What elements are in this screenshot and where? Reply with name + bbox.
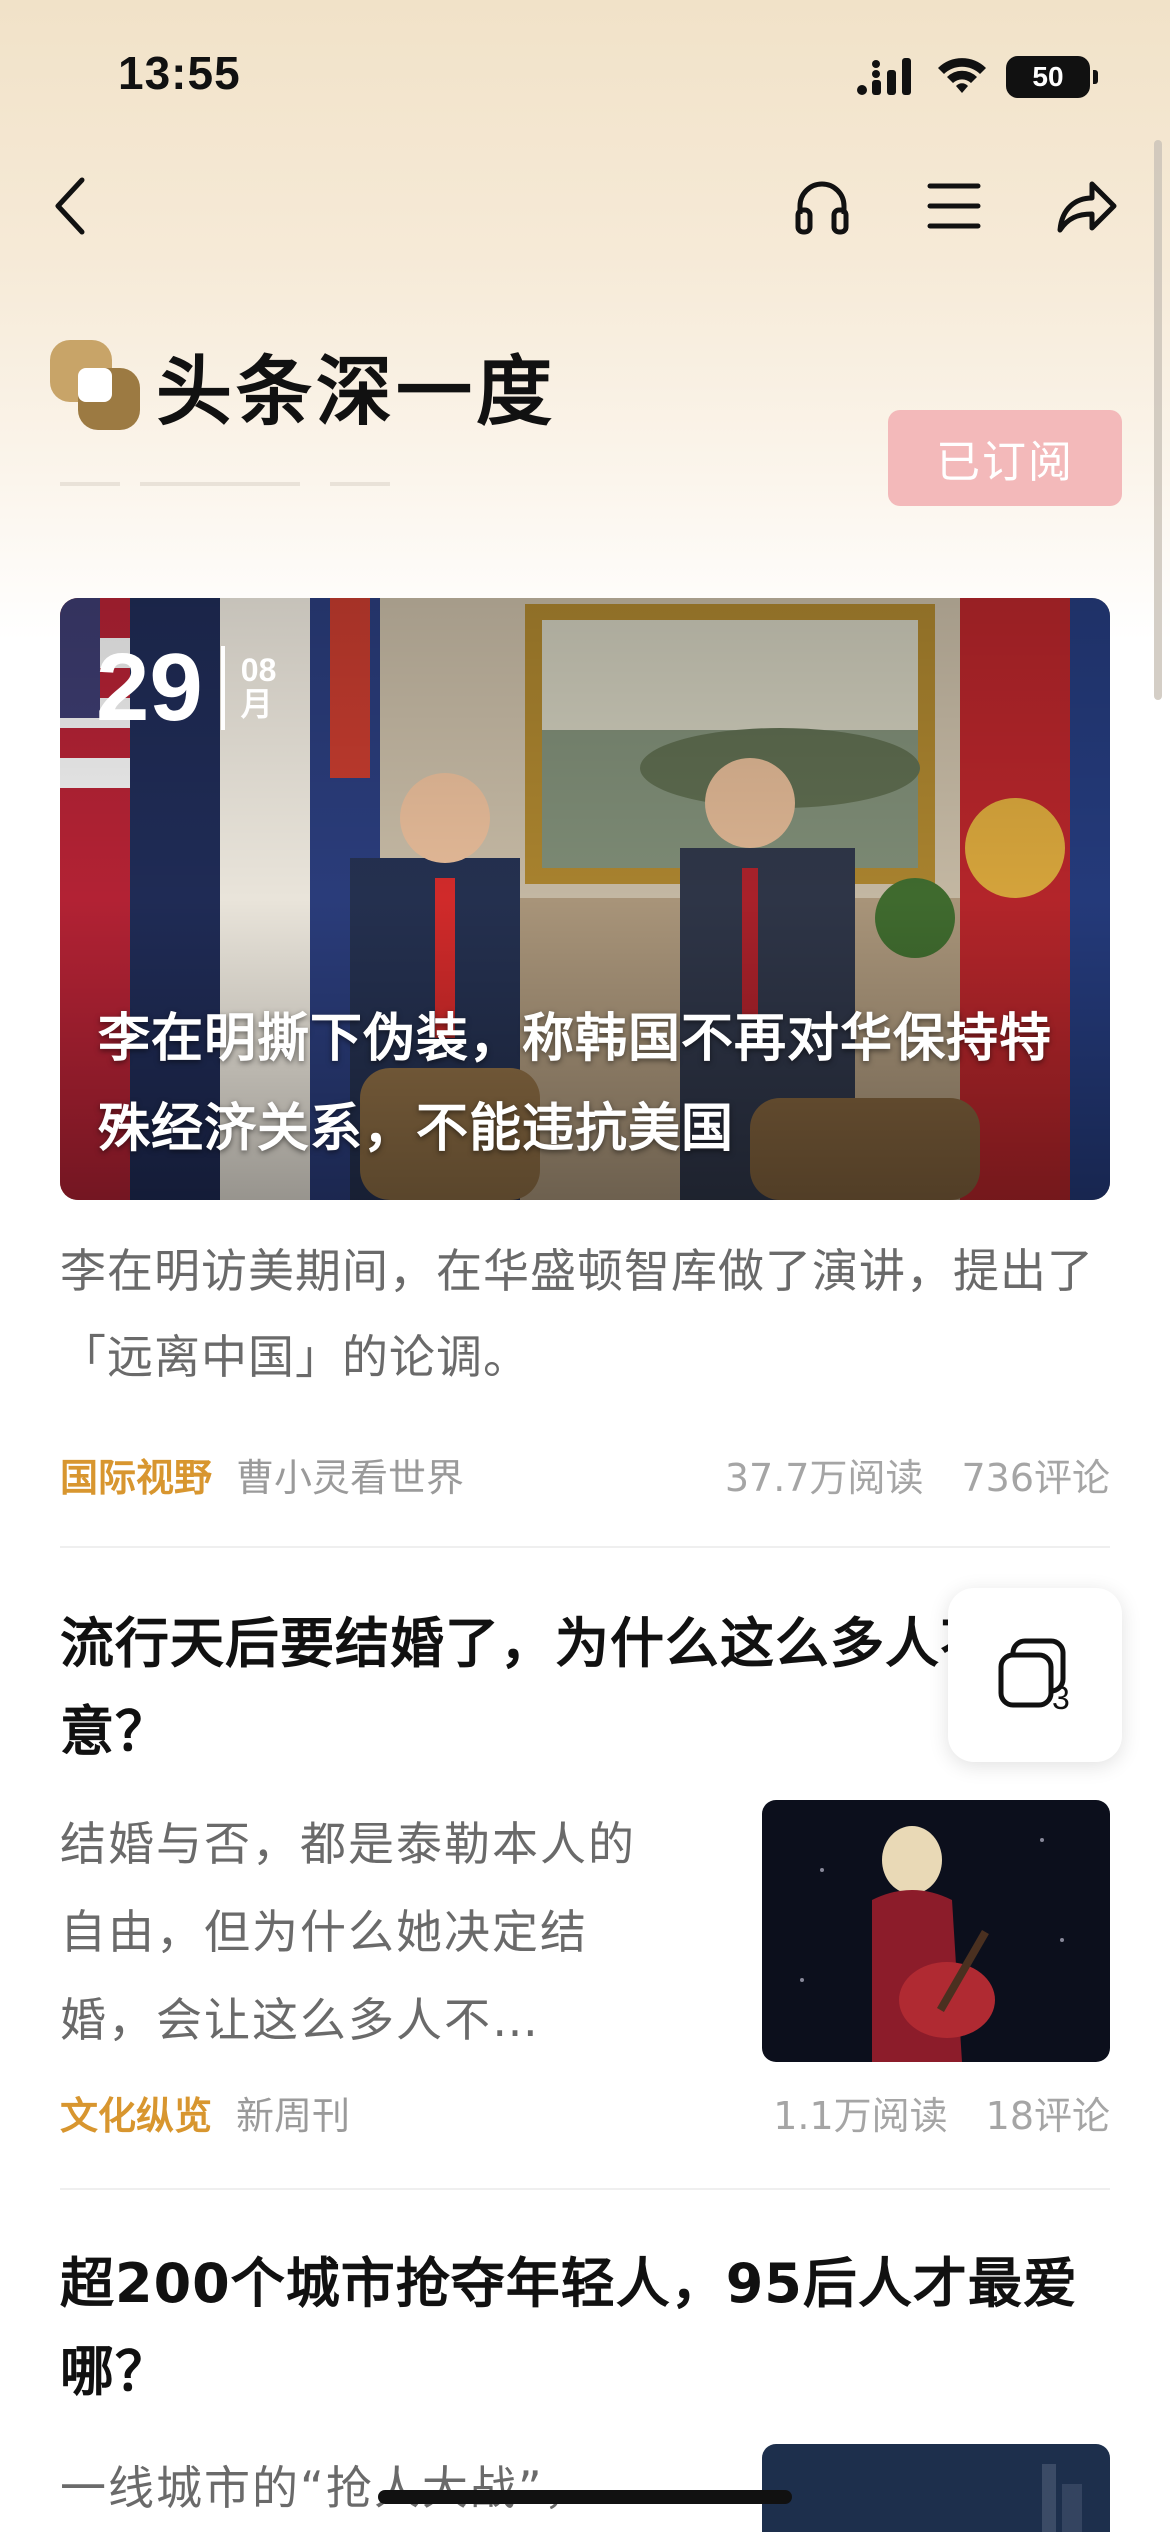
article-reads: 1.1万阅读 <box>773 2093 948 2138</box>
menu-button[interactable] <box>914 166 994 246</box>
scrollbar[interactable] <box>1154 140 1162 700</box>
headphones-icon <box>795 181 849 235</box>
home-indicator[interactable] <box>378 2490 792 2504</box>
hero-month-number: 08 <box>240 652 277 689</box>
back-button[interactable] <box>30 166 110 246</box>
article-comments: 18评论 <box>985 2093 1110 2138</box>
window-count: 3 <box>1052 1680 1070 1716</box>
divider <box>60 2188 1110 2190</box>
share-button[interactable] <box>1046 166 1126 246</box>
hero-day: 29 <box>96 634 203 741</box>
article-summary[interactable]: 结婚与否，都是泰勒本人的自由，但为什么她决定结婚，会让这么多人不… <box>60 1800 660 2064</box>
article-author[interactable]: 新周刊 <box>236 2085 350 2140</box>
article-thumbnail-image <box>762 1800 1110 2062</box>
audio-button[interactable] <box>782 166 862 246</box>
cellular-signal-icon <box>857 58 911 95</box>
date-divider <box>220 646 225 730</box>
menu-icon <box>927 183 981 229</box>
brand-logo-icon <box>50 340 140 430</box>
brand-subtitle-placeholder <box>60 474 390 494</box>
hero-author[interactable]: 曹小灵看世界 <box>236 1447 464 1502</box>
battery-indicator: 50 <box>1006 56 1098 98</box>
article-stats: 1.1万阅读 18评论 <box>773 2085 1110 2140</box>
status-bar: 13:55 50 <box>0 0 1170 150</box>
article-meta: 文化纵览 新周刊 1.1万阅读 18评论 <box>60 2082 1110 2142</box>
article-summary[interactable]: 一线城市的“抢人大战”， <box>60 2444 660 2532</box>
article-category[interactable]: 文化纵览 <box>60 2085 212 2140</box>
multi-window-button[interactable]: 3 <box>948 1588 1122 1762</box>
status-time: 13:55 <box>118 47 241 99</box>
hero-month: 08 月 <box>241 654 277 721</box>
chevron-left-icon <box>55 177 85 235</box>
divider <box>60 1546 1110 1548</box>
hero-date: 29 08 月 <box>96 640 276 736</box>
hero-title: 李在明撕下伪装，称韩国不再对华保持特殊经济关系，不能违抗美国 <box>98 1009 1053 1159</box>
hero-article-card[interactable]: 29 08 月 李在明撕下伪装，称韩国不再对华保持特殊经济关系，不能违抗美国 <box>60 598 1110 1200</box>
hero-reads: 37.7万阅读 <box>724 1455 924 1500</box>
column-title: 头条深一度 <box>156 347 556 436</box>
share-icon <box>1057 181 1117 233</box>
column-brand: 头条深一度 <box>48 330 556 440</box>
wifi-icon <box>938 58 986 93</box>
subscribe-button[interactable]: 已订阅 <box>888 410 1122 506</box>
hero-category[interactable]: 国际视野 <box>60 1447 212 1502</box>
hero-month-unit: 月 <box>240 685 273 723</box>
hero-stats: 37.7万阅读 736评论 <box>725 1447 1110 1502</box>
hero-summary[interactable]: 李在明访美期间，在华盛顿智库做了演讲，提出了「远离中国」的论调。 <box>60 1228 1110 1400</box>
hero-comments: 736评论 <box>961 1455 1110 1500</box>
article-thumbnail[interactable] <box>762 2444 1110 2532</box>
article-thumbnail[interactable] <box>762 1800 1110 2062</box>
article-title[interactable]: 超200个城市抢夺年轻人，95后人才最爱哪？ <box>60 2240 1110 2416</box>
article-thumbnail-image <box>762 2444 1110 2532</box>
hero-meta: 国际视野 曹小灵看世界 37.7万阅读 736评论 <box>60 1444 1110 1504</box>
